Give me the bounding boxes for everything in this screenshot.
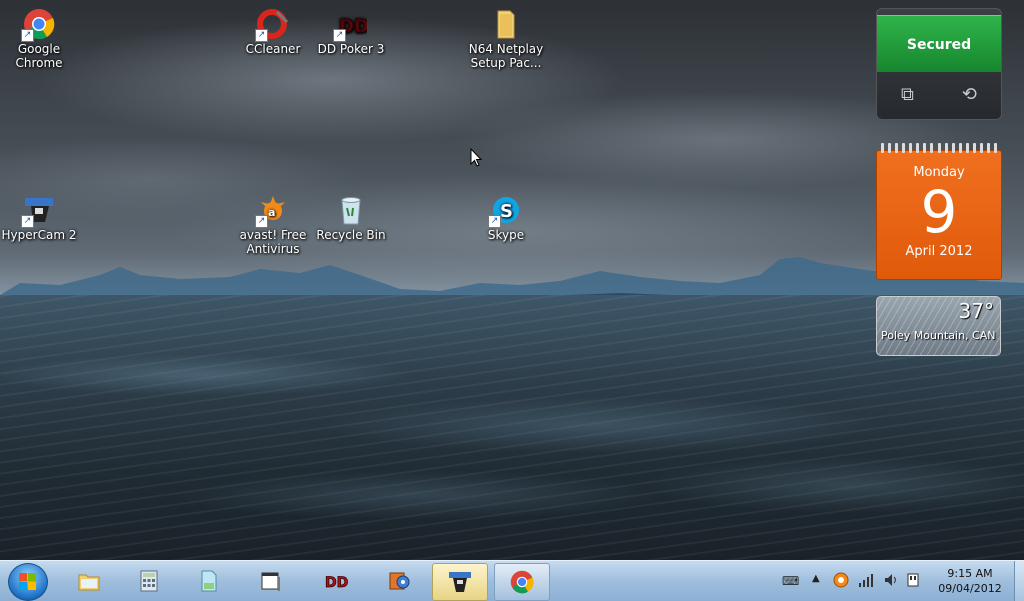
calendar-date: 9 xyxy=(920,178,958,246)
dd-poker-icon: DD ↗ xyxy=(333,8,369,42)
desktop-icon-label: HyperCam 2 xyxy=(1,228,77,242)
calendar-rings xyxy=(881,143,997,153)
windows-logo-icon xyxy=(19,573,37,591)
taskbar-calculator[interactable] xyxy=(122,563,176,599)
taskbar-media-app[interactable] xyxy=(372,563,426,599)
svg-text:S: S xyxy=(500,201,513,222)
shortcut-arrow-icon: ↗ xyxy=(21,29,34,42)
taskbar-file-manager[interactable] xyxy=(182,563,236,599)
folder-icon xyxy=(78,574,100,591)
shortcut-arrow-icon: ↗ xyxy=(255,29,268,42)
taskbar-window-app[interactable] xyxy=(244,563,298,599)
recycle-bin-icon xyxy=(335,194,367,226)
desktop-icon-hypercam[interactable]: ↗ HyperCam 2 xyxy=(1,194,77,242)
clock-time: 9:15 AM xyxy=(947,567,993,580)
mouse-cursor-icon xyxy=(470,148,482,167)
desktop-icon-label: Skype xyxy=(487,228,525,242)
avast-tray-icon[interactable] xyxy=(833,572,849,588)
calendar-gadget[interactable]: Monday 9 April 2012 xyxy=(876,143,1002,280)
weather-gadget[interactable]: 37° Poley Mountain, CAN xyxy=(876,296,1001,356)
desktop-icon-label: N64 Netplay Setup Pac... xyxy=(468,42,544,70)
desktop-icon-google-chrome[interactable]: ↗ Google Chrome xyxy=(1,8,77,70)
desktop-icon-dd-poker[interactable]: DD ↗ DD Poker 3 xyxy=(313,8,389,57)
shortcut-arrow-icon: ↗ xyxy=(488,215,501,228)
dd-poker-icon: DD xyxy=(325,575,349,592)
svg-text:DD: DD xyxy=(325,575,348,591)
desktop-icon-label: Recycle Bin xyxy=(316,228,386,242)
shortcut-arrow-icon: ↗ xyxy=(255,215,268,228)
skype-icon: S ↗ xyxy=(488,194,522,228)
desktop-icon-label: avast! Free Antivirus xyxy=(239,228,307,256)
shortcut-arrow-icon: ↗ xyxy=(333,29,346,42)
show-desktop-button[interactable] xyxy=(1014,561,1024,601)
taskbar-hypercam[interactable] xyxy=(432,563,488,601)
shortcut-arrow-icon: ↗ xyxy=(21,215,34,228)
taskbar-dd-poker[interactable]: DD xyxy=(310,563,364,599)
start-button[interactable] xyxy=(8,563,48,601)
chrome-icon: ↗ xyxy=(21,8,55,42)
ccleaner-icon: ↗ xyxy=(255,8,289,42)
file-manager-icon xyxy=(201,570,217,592)
hypercam-icon: ↗ xyxy=(21,194,55,228)
network-signal-icon[interactable] xyxy=(858,573,874,587)
power-plug-icon[interactable] xyxy=(905,572,921,588)
hypercam-icon xyxy=(449,572,471,592)
weather-temperature: 37° xyxy=(958,299,994,323)
taskbar-clock[interactable]: 9:15 AM 09/04/2012 xyxy=(928,566,1012,596)
window-icon xyxy=(261,572,280,591)
desktop-icon-n64-netplay[interactable]: N64 Netplay Setup Pac... xyxy=(464,8,548,70)
weather-location: Poley Mountain, CAN xyxy=(881,329,996,342)
chrome-icon xyxy=(510,570,534,594)
desktop-icon-ccleaner[interactable]: ↗ CCleaner xyxy=(235,8,311,56)
svg-text:a: a xyxy=(268,206,275,219)
security-status: Secured xyxy=(877,15,1001,72)
desktop-icon-recycle-bin[interactable]: Recycle Bin xyxy=(313,194,389,242)
taskbar-chrome[interactable] xyxy=(494,563,550,601)
desktop-wallpaper xyxy=(0,0,1024,560)
wallpaper-sea xyxy=(0,295,1024,560)
desktop-icon-label: CCleaner xyxy=(245,42,301,56)
open-window-icon[interactable]: ⧉ xyxy=(901,84,914,105)
desktop-icon-avast[interactable]: a ↗ avast! Free Antivirus xyxy=(235,194,311,256)
security-gadget[interactable]: Secured ⧉ ⟲ xyxy=(876,8,1002,120)
show-hidden-icons-icon[interactable]: ▲ xyxy=(812,573,820,584)
taskbar: DD ⌨ ▲ 9:15 AM 09/04/2012 xyxy=(0,560,1024,601)
folder-icon xyxy=(490,8,522,40)
clock-date: 09/04/2012 xyxy=(938,582,1002,595)
desktop-icon-label: Google Chrome xyxy=(15,42,63,70)
avast-icon: a ↗ xyxy=(255,194,289,228)
desktop-icon-skype[interactable]: S ↗ Skype xyxy=(468,194,544,242)
refresh-icon[interactable]: ⟲ xyxy=(962,84,977,105)
calendar-month: April 2012 xyxy=(905,244,973,259)
calculator-icon xyxy=(140,570,158,592)
keyboard-icon[interactable]: ⌨ xyxy=(782,574,799,588)
taskbar-windows-explorer[interactable] xyxy=(62,563,116,599)
volume-icon[interactable] xyxy=(883,572,899,588)
desktop-icon-label: DD Poker 3 xyxy=(317,42,385,56)
media-icon xyxy=(389,572,410,590)
